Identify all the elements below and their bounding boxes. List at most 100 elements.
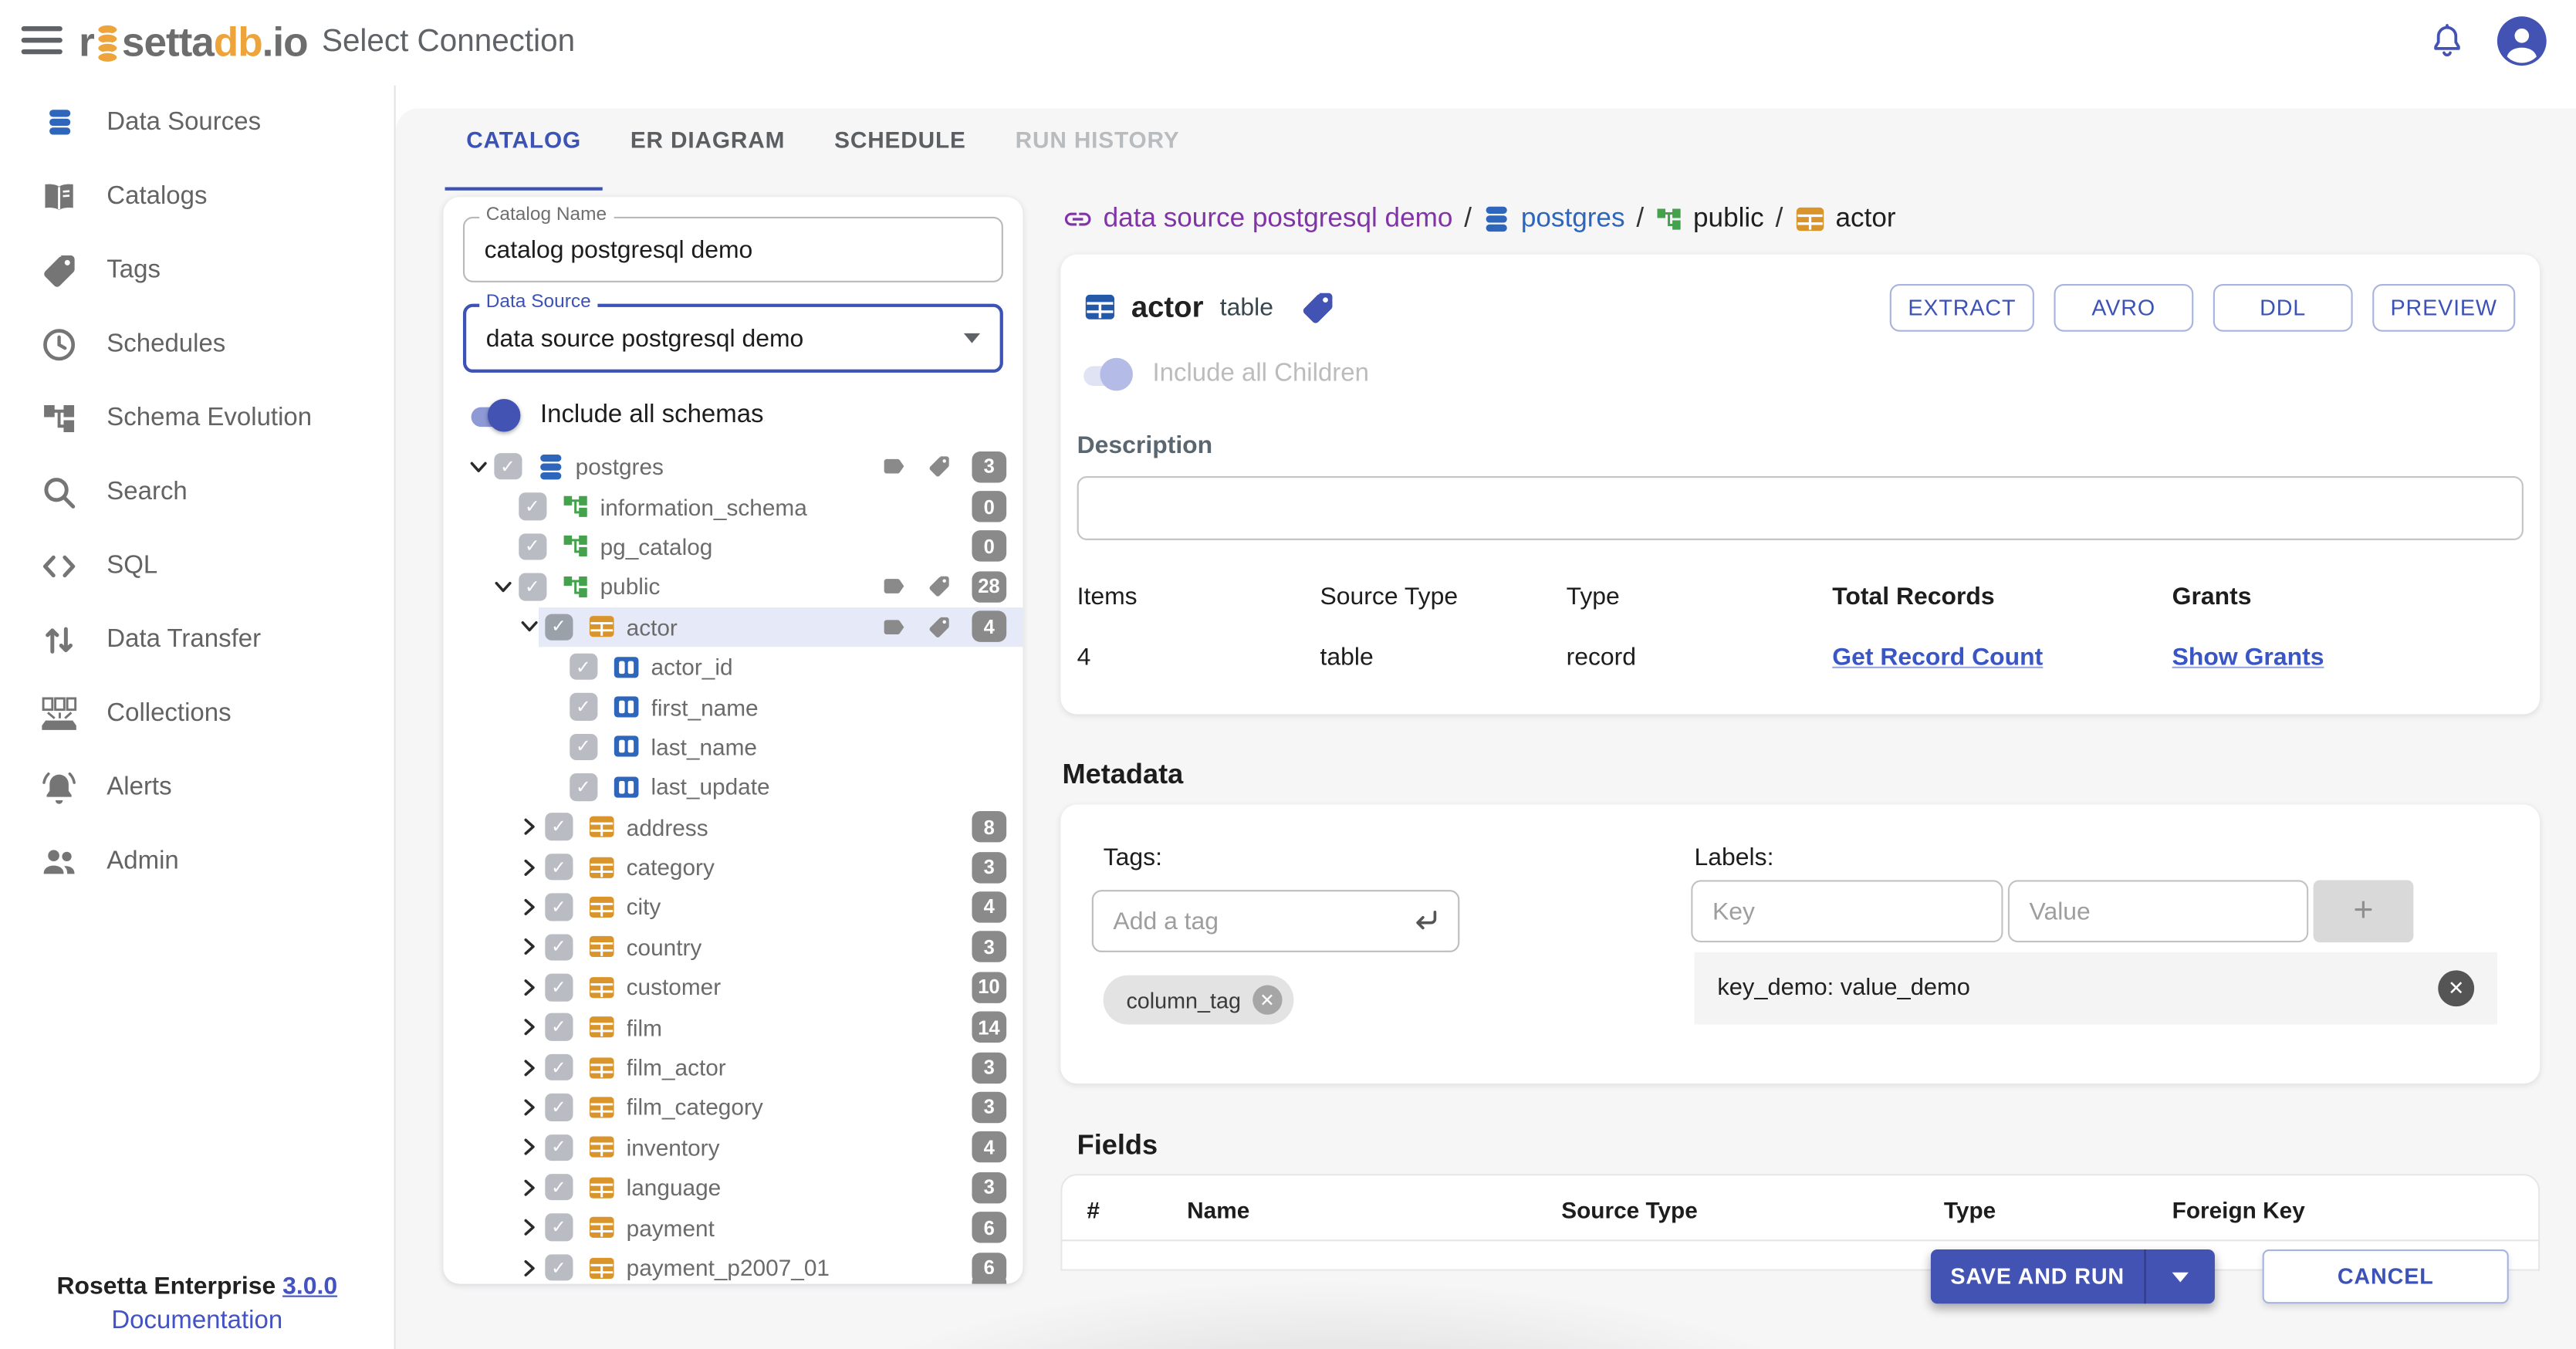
sidebar-item-search[interactable]: Search (0, 455, 394, 529)
checkbox-checked[interactable]: ✓ (570, 733, 597, 760)
sidebar-item-catalogs[interactable]: Catalogs (0, 159, 394, 233)
documentation-link[interactable]: Documentation (0, 1307, 394, 1336)
tree-row-film_category[interactable]: ✓film_category3 (443, 1087, 1023, 1128)
label-key-input[interactable] (1691, 880, 2003, 942)
tree-row-last_update[interactable]: ✓last_update (443, 767, 1023, 807)
checkbox-checked[interactable]: ✓ (545, 974, 572, 1001)
chevron-right-icon[interactable] (514, 1138, 545, 1156)
show-grants-link[interactable]: Show Grants (2172, 644, 2324, 671)
tree-row-first_name[interactable]: ✓first_name (443, 687, 1023, 727)
sidebar-item-tags[interactable]: Tags (0, 233, 394, 307)
tree-row-address[interactable]: ✓address8 (443, 807, 1023, 847)
chevron-right-icon[interactable] (514, 978, 545, 996)
add-tag-input[interactable] (1094, 907, 1408, 935)
sidebar-item-data-transfer[interactable]: Data Transfer (0, 603, 394, 677)
tree-row-postgres[interactable]: ✓postgres3 (443, 447, 1023, 487)
checkbox-checked[interactable]: ✓ (545, 854, 572, 881)
checkbox-checked[interactable]: ✓ (519, 493, 546, 520)
chevron-right-icon[interactable] (514, 1098, 545, 1116)
tab-er-diagram[interactable]: ER DIAGRAM (609, 108, 806, 169)
sidebar-item-data-sources[interactable]: Data Sources (0, 86, 394, 160)
checkbox-checked[interactable]: ✓ (545, 614, 572, 641)
chevron-right-icon[interactable] (514, 858, 545, 876)
tree-row-information_schema[interactable]: ✓information_schema0 (443, 487, 1023, 527)
avatar[interactable] (2497, 16, 2547, 66)
description-input[interactable] (1077, 476, 2524, 540)
sidebar-item-sql[interactable]: SQL (0, 529, 394, 603)
sidebar-item-label: SQL (106, 551, 157, 580)
ddl-button[interactable]: DDL (2213, 283, 2353, 331)
preview-button[interactable]: PREVIEW (2372, 283, 2515, 331)
checkbox-checked[interactable]: ✓ (545, 894, 572, 921)
chevron-right-icon[interactable] (514, 1018, 545, 1036)
menu-icon[interactable] (22, 26, 63, 59)
cancel-button[interactable]: CANCEL (2263, 1249, 2509, 1303)
tree-row-film[interactable]: ✓film14 (443, 1007, 1023, 1047)
tree-row-actor[interactable]: ✓actor4 (443, 607, 1023, 647)
chevron-right-icon[interactable] (514, 938, 545, 956)
tree-row-public[interactable]: ✓public28 (443, 566, 1023, 607)
tree-row-category[interactable]: ✓category3 (443, 847, 1023, 888)
breadcrumb-item-data-source-postgresql-demo[interactable]: data source postgresql demo (1062, 203, 1452, 234)
tag-chip[interactable]: column_tag✕ (1104, 975, 1293, 1025)
enter-key-icon[interactable] (1408, 906, 1442, 935)
sidebar-item-schema-evolution[interactable]: Schema Evolution (0, 381, 394, 455)
add-label-button[interactable]: + (2314, 880, 2414, 942)
tree-row-country[interactable]: ✓country3 (443, 927, 1023, 967)
tag-icon[interactable] (1300, 289, 1334, 324)
checkbox-checked[interactable]: ✓ (545, 1094, 572, 1121)
tab-catalog[interactable]: CATALOG (445, 108, 603, 169)
tab-schedule[interactable]: SCHEDULE (813, 108, 987, 169)
checkbox-checked[interactable]: ✓ (545, 1174, 572, 1201)
tree-row-customer[interactable]: ✓customer10 (443, 967, 1023, 1007)
tree-row-city[interactable]: ✓city4 (443, 887, 1023, 927)
checkbox-checked[interactable]: ✓ (519, 573, 546, 600)
checkbox-checked[interactable]: ✓ (545, 1014, 572, 1041)
checkbox-checked[interactable]: ✓ (570, 654, 597, 681)
checkbox-checked[interactable]: ✓ (545, 934, 572, 961)
save-and-run-button[interactable]: SAVE AND RUN (1931, 1249, 2215, 1303)
extract-button[interactable]: EXTRACT (1890, 283, 2034, 331)
include-all-schemas-toggle[interactable] (465, 399, 520, 432)
chevron-right-icon[interactable] (514, 818, 545, 836)
stat-label: Total Records (1832, 583, 2172, 610)
tree-row-pg_catalog[interactable]: ✓pg_catalog0 (443, 526, 1023, 566)
chevron-right-icon[interactable] (514, 1219, 545, 1236)
checkbox-checked[interactable]: ✓ (545, 1134, 572, 1161)
avro-button[interactable]: AVRO (2054, 283, 2193, 331)
label-value-input[interactable] (2008, 880, 2308, 942)
data-source-select[interactable]: data source postgresql demo (463, 304, 1003, 373)
checkbox-checked[interactable]: ✓ (570, 693, 597, 720)
remove-label-icon[interactable]: ✕ (2438, 970, 2474, 1006)
checkbox-checked[interactable]: ✓ (545, 1053, 572, 1080)
logo[interactable]: r setta db .io (79, 16, 307, 69)
tree-row-last_name[interactable]: ✓last_name (443, 727, 1023, 767)
remove-tag-icon[interactable]: ✕ (1253, 985, 1282, 1014)
sidebar-item-admin[interactable]: Admin (0, 824, 394, 898)
sidebar-item-collections[interactable]: Collections (0, 677, 394, 751)
get-record-count-link[interactable]: Get Record Count (1832, 644, 2043, 671)
chevron-right-icon[interactable] (514, 1058, 545, 1076)
chevron-right-icon[interactable] (514, 898, 545, 916)
notifications-bell-icon[interactable] (2426, 21, 2467, 62)
tree-row-actor_id[interactable]: ✓actor_id (443, 647, 1023, 687)
catalog-name-input[interactable] (463, 217, 1003, 282)
tree-row-payment[interactable]: ✓payment6 (443, 1208, 1023, 1248)
checkbox-checked[interactable]: ✓ (545, 813, 572, 840)
checkbox-checked[interactable]: ✓ (545, 1214, 572, 1241)
chevron-down-icon[interactable] (514, 617, 545, 635)
tree-row-language[interactable]: ✓language3 (443, 1168, 1023, 1208)
sidebar-item-alerts[interactable]: Alerts (0, 750, 394, 824)
checkbox-checked[interactable]: ✓ (494, 453, 521, 480)
version-link[interactable]: 3.0.0 (282, 1273, 337, 1300)
breadcrumb-item-postgres[interactable]: postgres (1483, 203, 1625, 234)
chevron-down-icon[interactable] (463, 458, 494, 475)
sidebar-item-schedules[interactable]: Schedules (0, 307, 394, 381)
save-dropdown-arrow-icon[interactable] (2146, 1249, 2215, 1303)
tree-row-film_actor[interactable]: ✓film_actor3 (443, 1047, 1023, 1087)
checkbox-checked[interactable]: ✓ (519, 533, 546, 560)
chevron-down-icon[interactable] (488, 578, 519, 596)
tree-row-inventory[interactable]: ✓inventory4 (443, 1128, 1023, 1168)
chevron-right-icon[interactable] (514, 1178, 545, 1196)
checkbox-checked[interactable]: ✓ (570, 773, 597, 800)
